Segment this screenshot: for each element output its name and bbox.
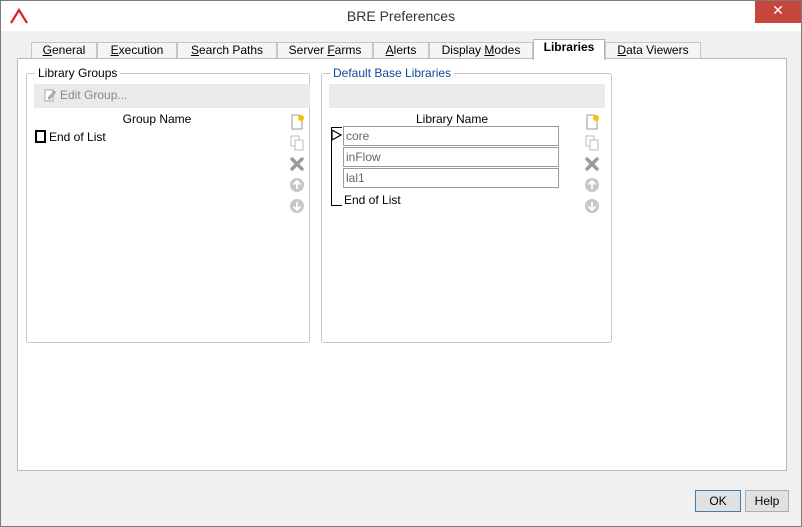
- library-groups-toolbar: Edit Group...: [34, 84, 310, 108]
- help-button[interactable]: Help: [745, 490, 789, 512]
- tab-alerts[interactable]: Alerts: [373, 42, 429, 59]
- library-end-of-list[interactable]: End of List: [344, 193, 401, 207]
- group-name-header: Group Name: [122, 112, 192, 126]
- title-bar[interactable]: BRE Preferences ✕: [1, 1, 801, 31]
- row-indicator[interactable]: [35, 130, 46, 143]
- preferences-window: BRE Preferences ✕ General Execution Sear…: [0, 0, 802, 527]
- library-name-header: Library Name: [415, 112, 489, 126]
- current-row-arrow-icon: [331, 129, 343, 141]
- tab-general[interactable]: General: [31, 42, 97, 59]
- copy-icon[interactable]: [584, 135, 600, 151]
- default-base-libraries-title: Default Base Libraries: [330, 66, 455, 80]
- library-row-lal1[interactable]: lal1: [343, 168, 559, 188]
- library-row-inflow[interactable]: inFlow: [343, 147, 559, 167]
- edit-group-button[interactable]: Edit Group...: [44, 88, 127, 102]
- edit-pencil-icon: [44, 89, 56, 102]
- tab-libraries[interactable]: Libraries: [533, 39, 605, 60]
- library-groups-box: Library Groups Edit Group... Group Name …: [26, 66, 310, 343]
- new-document-icon[interactable]: [289, 114, 305, 130]
- libraries-panel: Library Groups Edit Group... Group Name …: [17, 58, 787, 471]
- default-base-libraries-box: Default Base Libraries Library Name core…: [321, 66, 612, 343]
- close-button[interactable]: ✕: [755, 1, 801, 23]
- move-down-icon[interactable]: [289, 198, 305, 214]
- new-document-icon[interactable]: [584, 114, 600, 130]
- move-up-icon[interactable]: [584, 177, 600, 193]
- move-down-icon[interactable]: [584, 198, 600, 214]
- library-groups-title: Library Groups: [35, 66, 121, 80]
- tab-data-viewers[interactable]: Data Viewers: [605, 42, 701, 59]
- copy-icon[interactable]: [289, 135, 305, 151]
- tab-execution[interactable]: Execution: [97, 42, 177, 59]
- delete-icon[interactable]: [289, 156, 305, 172]
- ok-button[interactable]: OK: [695, 490, 741, 512]
- library-row-core[interactable]: core: [343, 126, 559, 146]
- tab-display-modes[interactable]: Display Modes: [429, 42, 533, 59]
- window-title: BRE Preferences: [346, 8, 456, 24]
- delete-icon[interactable]: [584, 156, 600, 172]
- base-libraries-toolbar: [329, 84, 605, 108]
- tab-server-farms[interactable]: Server Farms: [277, 42, 373, 59]
- group-end-of-list[interactable]: End of List: [49, 130, 106, 144]
- move-up-icon[interactable]: [289, 177, 305, 193]
- tab-search-paths[interactable]: Search Paths: [177, 42, 277, 59]
